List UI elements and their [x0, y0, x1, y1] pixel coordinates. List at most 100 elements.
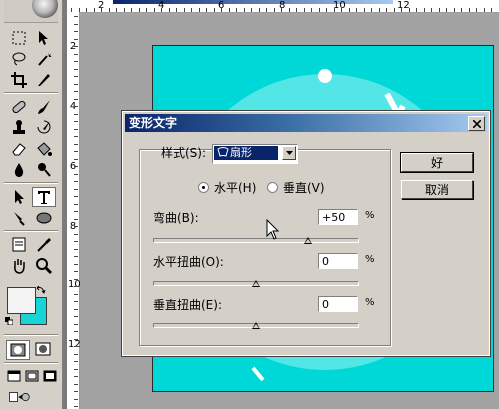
- ruler-mark: [281, 8, 282, 12]
- ruler-mark: [311, 8, 312, 12]
- screen-mode-full[interactable]: [39, 367, 61, 385]
- ok-button[interactable]: 好: [400, 152, 474, 173]
- horizontal-distort-slider-thumb[interactable]: [252, 280, 260, 287]
- foreground-color-swatch[interactable]: [7, 287, 36, 314]
- ruler-mark: [341, 8, 342, 12]
- paint-bucket-tool[interactable]: [32, 139, 56, 159]
- dialog-titlebar[interactable]: 变形文字: [125, 114, 487, 132]
- close-button[interactable]: [468, 116, 485, 131]
- ruler-mark: [74, 368, 78, 370]
- clone-stamp-tool[interactable]: [7, 118, 31, 138]
- ruler-mark: [74, 383, 78, 385]
- bend-slider-thumb[interactable]: [303, 237, 312, 244]
- photoshop-logo[interactable]: [4, 0, 58, 23]
- ruler-mark: [356, 8, 357, 12]
- ruler-mark: [93, 8, 95, 12]
- hand-tool[interactable]: [7, 256, 31, 276]
- toolbox-divider: [4, 334, 58, 336]
- ruler-mark: [198, 8, 200, 12]
- ruler-mark: [483, 8, 485, 12]
- imageready-icon: [9, 392, 30, 402]
- swap-colors-icon[interactable]: [36, 285, 46, 295]
- blur-tool[interactable]: [7, 160, 31, 180]
- style-label: 样式(S):: [161, 146, 207, 160]
- warp-settings-group: [139, 149, 391, 346]
- ruler-mark: [108, 8, 110, 12]
- ruler-tick: 6: [69, 161, 77, 172]
- marquee-tool[interactable]: [7, 28, 31, 48]
- notes-tool[interactable]: [7, 235, 31, 255]
- ruler-mark: [393, 8, 395, 12]
- ruler-mark: [74, 128, 78, 130]
- ruler-mark: [146, 8, 147, 12]
- ruler-mark: [74, 248, 78, 250]
- quick-mask-button[interactable]: [32, 340, 54, 358]
- ruler-mark: [116, 8, 117, 12]
- ruler-mark: [74, 203, 78, 205]
- eraser-icon: [12, 143, 26, 156]
- ruler-tick: 10: [333, 0, 346, 11]
- ruler-mark: [74, 293, 78, 295]
- pen-tool[interactable]: [7, 208, 31, 228]
- dodge-icon: [38, 163, 51, 177]
- vertical-distort-label: 垂直扭曲(E):: [153, 298, 222, 312]
- vertical-distort-slider-thumb[interactable]: [252, 322, 260, 329]
- ruler-mark: [74, 256, 78, 257]
- bend-input[interactable]: +50: [318, 209, 358, 225]
- ruler-mark: [371, 8, 372, 12]
- stamp-icon: [13, 120, 25, 134]
- ruler-mark: [296, 8, 297, 12]
- horizontal-label: 水平(H): [214, 181, 257, 195]
- ruler-mark: [74, 218, 78, 220]
- arc-style-icon: [217, 147, 229, 157]
- default-colors-icon[interactable]: [5, 317, 13, 325]
- style-value: 扇形: [230, 146, 252, 159]
- ruler-mark: [326, 8, 327, 12]
- bend-unit: %: [365, 210, 375, 221]
- path-selection-tool[interactable]: [7, 187, 31, 207]
- standard-mode-button[interactable]: [6, 340, 30, 360]
- window-icon: [43, 370, 57, 382]
- ruler-mark: [236, 8, 237, 12]
- ruler-mark: [74, 361, 78, 362]
- ruler-mark: [74, 166, 78, 167]
- dropdown-arrow-button[interactable]: [282, 146, 296, 160]
- ruler-mark: [74, 113, 78, 115]
- horizontal-distort-input[interactable]: 0: [318, 253, 358, 269]
- zoom-tool[interactable]: [32, 256, 56, 276]
- toolbox-divider: [4, 230, 58, 232]
- move-tool[interactable]: [32, 28, 56, 48]
- ruler-mark: [446, 8, 447, 12]
- ruler-mark: [74, 151, 78, 152]
- style-dropdown[interactable]: 扇形: [212, 144, 298, 164]
- magic-wand-tool[interactable]: [32, 49, 56, 69]
- type-tool[interactable]: [32, 187, 56, 207]
- jump-to-imageready-button[interactable]: [8, 388, 30, 406]
- slice-tool[interactable]: [32, 70, 56, 90]
- ruler-mark: [74, 143, 78, 145]
- ruler-mark: [74, 241, 78, 242]
- eraser-tool[interactable]: [7, 139, 31, 159]
- ruler-mark: [213, 8, 215, 12]
- ruler-mark: [333, 8, 335, 12]
- crop-tool[interactable]: [7, 70, 31, 90]
- horizontal-radio[interactable]: [198, 182, 209, 193]
- ruler-mark: [206, 8, 207, 12]
- vertical-distort-input[interactable]: 0: [318, 296, 358, 312]
- lasso-tool[interactable]: [7, 49, 31, 69]
- bend-slider-track[interactable]: [153, 238, 359, 243]
- ruler-mark: [416, 8, 417, 12]
- eyedropper-tool[interactable]: [32, 235, 56, 255]
- shape-tool[interactable]: [32, 208, 56, 228]
- artwork-dot: [318, 69, 332, 83]
- cancel-button[interactable]: 取消: [401, 180, 473, 199]
- brush-tool[interactable]: [32, 97, 56, 117]
- history-brush-tool[interactable]: [32, 118, 56, 138]
- vertical-radio[interactable]: [267, 182, 278, 193]
- style-dropdown-value: 扇形: [214, 146, 278, 160]
- healing-brush-tool[interactable]: [7, 97, 31, 117]
- ruler-mark: [348, 8, 350, 12]
- dodge-tool[interactable]: [32, 160, 56, 180]
- ruler-mark: [74, 38, 78, 40]
- window-icon: [7, 370, 21, 382]
